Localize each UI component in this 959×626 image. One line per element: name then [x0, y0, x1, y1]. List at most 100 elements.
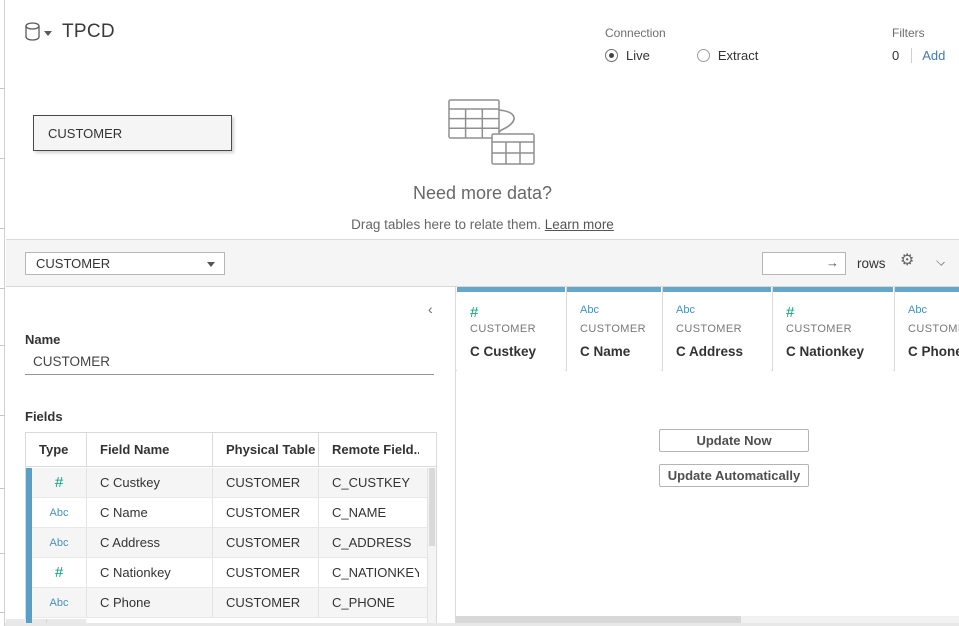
- field-row[interactable]: AbcC NameCUSTOMERC_NAME: [26, 498, 427, 528]
- chevron-down-icon: [207, 262, 215, 267]
- number-type-icon: #: [786, 304, 794, 321]
- empty-state-hint: Drag tables here to relate them. Learn m…: [6, 217, 959, 232]
- table-name-input[interactable]: [25, 349, 434, 375]
- remote-field-cell: C_NATIONKEY: [319, 558, 419, 587]
- string-type-icon: Abc: [676, 304, 695, 316]
- table-select-value: CUSTOMER: [36, 256, 110, 271]
- field-type-icon: Abc: [26, 588, 87, 617]
- selection-strip: [26, 468, 32, 626]
- divider: [911, 48, 912, 63]
- collapse-panel-chevron[interactable]: ‹: [428, 301, 433, 317]
- column-header-field-name[interactable]: Field Name: [87, 433, 213, 466]
- grid-column-header[interactable]: AbcCUSTOMERC Name: [566, 287, 661, 371]
- column-table-name: CUSTOMER: [786, 323, 852, 335]
- learn-more-link[interactable]: Learn more: [545, 217, 614, 232]
- logical-table-label: CUSTOMER: [48, 126, 122, 141]
- filters-section: Filters 0 Add: [892, 26, 945, 63]
- data-grid-header: #CUSTOMERC CustkeyAbcCUSTOMERC NameAbcCU…: [456, 287, 959, 371]
- column-header-remote-field[interactable]: Remote Field...: [319, 433, 419, 466]
- string-type-icon: Abc: [580, 304, 599, 316]
- connection-section: Connection Live Extract: [605, 26, 758, 63]
- field-name-cell: C Custkey: [87, 468, 213, 497]
- radio-extract-label: Extract: [718, 48, 758, 63]
- grid-column-header[interactable]: AbcCUSTOMERC Phone: [894, 287, 959, 371]
- connection-label: Connection: [605, 26, 758, 40]
- physical-table-cell: CUSTOMER: [213, 588, 319, 617]
- column-header-physical-table[interactable]: Physical Table: [213, 433, 319, 466]
- string-type-icon: Abc: [50, 537, 69, 549]
- database-icon: [24, 22, 41, 42]
- radio-live[interactable]: Live: [605, 48, 650, 63]
- field-type-icon: Abc: [26, 528, 87, 557]
- row-count-input[interactable]: →: [762, 252, 846, 275]
- scrollbar-thumb[interactable]: [456, 616, 741, 623]
- collapsed-connections-pane[interactable]: [0, 0, 5, 626]
- physical-table-cell: CUSTOMER: [213, 468, 319, 497]
- column-header-type[interactable]: Type: [26, 433, 87, 466]
- column-table-name: CUSTOMER: [676, 323, 742, 335]
- arrow-right-icon: →: [826, 255, 839, 270]
- string-type-icon: Abc: [50, 597, 69, 609]
- grid-column-header[interactable]: Abc CUSTOMER C Address: [662, 287, 771, 371]
- chevron-down-icon[interactable]: [936, 257, 945, 266]
- relationship-canvas: TPCD Connection Live Extract Filters 0 A…: [6, 0, 959, 239]
- column-field-name: C Name: [580, 344, 630, 359]
- rows-label: rows: [857, 256, 886, 271]
- number-type-icon: #: [470, 304, 478, 321]
- grid-column-header[interactable]: #CUSTOMERC Nationkey: [772, 287, 893, 371]
- column-accent-bar: [773, 287, 893, 292]
- column-accent-bar: [895, 287, 959, 292]
- filters-label: Filters: [892, 26, 945, 40]
- fields-label: Fields: [25, 409, 63, 424]
- empty-state-title: Need more data?: [6, 183, 959, 204]
- empty-hint-text: Drag tables here to relate them.: [351, 217, 541, 232]
- column-field-name: C Custkey: [470, 344, 536, 359]
- field-row[interactable]: Abc C PhoneCUSTOMERC_PHONE: [26, 588, 427, 618]
- gear-icon[interactable]: ⚙: [900, 253, 914, 269]
- radio-selected-icon: [605, 49, 618, 62]
- datagrid-toolbar: CUSTOMER → rows ⚙: [6, 239, 959, 287]
- field-row[interactable]: #C CustkeyCUSTOMERC_CUSTKEY: [26, 468, 427, 498]
- number-type-icon: #: [55, 564, 63, 581]
- table-select-dropdown[interactable]: CUSTOMER: [25, 252, 225, 275]
- update-now-button[interactable]: Update Now: [659, 429, 809, 452]
- column-accent-bar: [663, 287, 771, 292]
- field-row[interactable]: #C NationkeyCUSTOMERC_NATIONKEY: [26, 558, 427, 588]
- datasource-title: TPCD: [62, 21, 115, 43]
- string-type-icon: Abc: [908, 304, 927, 316]
- physical-table-cell: CUSTOMER: [213, 528, 319, 557]
- scrollbar-thumb[interactable]: [429, 468, 435, 546]
- fields-table-body: #C CustkeyCUSTOMERC_CUSTKEYAbcC NameCUST…: [26, 468, 427, 626]
- logical-table-customer[interactable]: CUSTOMER: [33, 115, 232, 151]
- radio-extract[interactable]: Extract: [697, 48, 758, 63]
- column-accent-bar: [457, 287, 565, 292]
- column-table-name: CUSTOMER: [470, 323, 536, 335]
- remote-field-cell: C_PHONE: [319, 588, 419, 617]
- field-name-cell: C Phone: [87, 588, 213, 617]
- datasource-menu-button[interactable]: [24, 20, 58, 44]
- field-type-icon: Abc: [26, 498, 87, 527]
- data-grid-panel: #CUSTOMERC CustkeyAbcCUSTOMERC NameAbcCU…: [455, 287, 959, 626]
- chevron-down-icon: [44, 31, 52, 36]
- fields-table-header: Type Field Name Physical Table Remote Fi…: [26, 433, 436, 467]
- field-row[interactable]: AbcC AddressCUSTOMERC_ADDRESS: [26, 528, 427, 558]
- relate-tables-illustration: [440, 96, 536, 166]
- column-field-name: C Address: [676, 344, 743, 359]
- grid-horizontal-scrollbar[interactable]: [456, 616, 959, 623]
- string-type-icon: Abc: [50, 507, 69, 519]
- filters-count: 0: [892, 48, 899, 63]
- grid-column-header[interactable]: # CUSTOMER C Custkey: [457, 287, 565, 371]
- table-details-panel: ‹ Name Fields Type Field Name Physical T…: [6, 287, 455, 626]
- remote-field-cell: C_NAME: [319, 498, 419, 527]
- add-filter-link[interactable]: Add: [922, 48, 945, 63]
- column-accent-bar: [567, 287, 661, 292]
- field-type-icon: #: [26, 558, 87, 587]
- name-label: Name: [25, 332, 60, 347]
- fields-vertical-scrollbar[interactable]: [427, 468, 436, 626]
- update-automatically-button[interactable]: Update Automatically: [659, 464, 809, 487]
- radio-unselected-icon: [697, 49, 710, 62]
- field-type-icon: #: [26, 468, 87, 497]
- radio-live-label: Live: [626, 48, 650, 63]
- fields-table: Type Field Name Physical Table Remote Fi…: [25, 432, 437, 626]
- field-name-cell: C Name: [87, 498, 213, 527]
